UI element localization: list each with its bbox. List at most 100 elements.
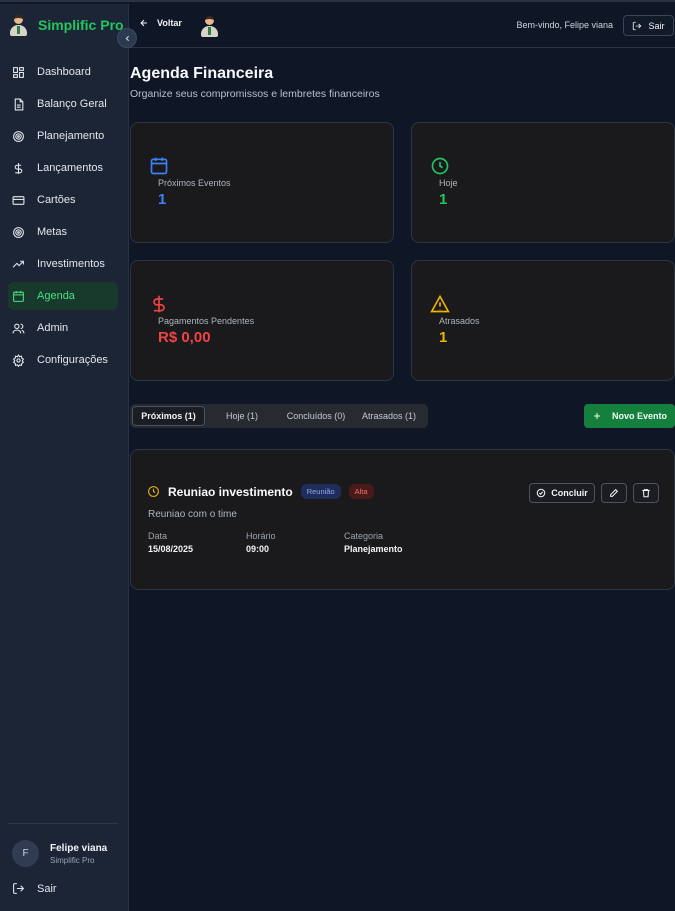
sidebar-item-label: Lançamentos: [37, 162, 104, 174]
sidebar-item-label: Metas: [37, 226, 67, 238]
logout-label: Sair: [648, 20, 665, 31]
sidebar-item-label: Agenda: [37, 290, 75, 302]
chevron-left-icon: [125, 35, 129, 41]
stat-label: Próximos Eventos: [158, 178, 231, 188]
calendar-icon: [13, 290, 24, 302]
logout-icon: [633, 21, 642, 30]
event-card: Reuniao investimento Reunião Alta Reunia…: [130, 449, 675, 590]
arrow-left-icon: [140, 19, 147, 27]
sidebar-item-lancamentos[interactable]: Lançamentos: [8, 154, 118, 182]
user-avatar-icon: [199, 15, 220, 37]
event-category-label: Categoria: [344, 531, 384, 541]
warning-icon: [430, 294, 450, 313]
sidebar-item-label: Investimentos: [37, 258, 105, 270]
stat-value: 1: [439, 191, 448, 208]
sidebar-item-investimentos[interactable]: Investimentos: [8, 250, 118, 278]
welcome-text: Bem-vindo, Felipe viana: [516, 20, 613, 30]
check-circle-icon: [536, 488, 546, 498]
dashboard-icon: [13, 66, 24, 78]
stat-card-proximos-eventos: Próximos Eventos 1: [130, 122, 394, 243]
user-name: Felipe viana: [50, 842, 108, 854]
complete-event-button[interactable]: Concluir: [529, 483, 595, 503]
user-profile[interactable]: F Felipe viana Simplific Pro: [12, 840, 107, 867]
event-category-value: Planejamento: [344, 544, 403, 554]
credit-card-icon: [12, 195, 25, 205]
sidebar-item-configuracoes[interactable]: Configurações: [8, 346, 118, 374]
sidebar-item-planejamento[interactable]: Planejamento: [8, 122, 118, 150]
event-date: Data 15/08/2025: [148, 531, 193, 554]
brand[interactable]: Simplific Pro: [8, 14, 124, 36]
new-event-label: Novo Evento: [611, 411, 667, 421]
event-tabs: Próximos (1) Hoje (1) Concluídos (0) Atr…: [130, 404, 428, 428]
event-date-value: 15/08/2025: [148, 544, 194, 554]
logout-icon: [13, 883, 25, 894]
brand-avatar-icon: [8, 14, 29, 36]
stat-card-hoje: Hoje 1: [411, 122, 675, 243]
complete-label: Concluir: [551, 488, 588, 498]
sidebar-item-label: Balanço Geral: [37, 98, 107, 110]
page-subtitle: Organize seus compromissos e lembretes f…: [130, 88, 380, 100]
document-icon: [14, 98, 24, 110]
stat-value: 1: [158, 191, 167, 208]
edit-event-button[interactable]: [601, 483, 627, 503]
clock-icon: [431, 157, 449, 175]
sidebar-item-label: Planejamento: [37, 130, 105, 142]
stat-card-pagamentos-pendentes: Pagamentos Pendentes R$ 0,00: [130, 260, 394, 381]
event-title: Reuniao investimento: [168, 484, 293, 499]
avatar: F: [12, 840, 39, 867]
tab-concluidos[interactable]: Concluídos (0): [278, 406, 354, 426]
event-header: Reuniao investimento Reunião Alta: [147, 484, 374, 499]
stat-card-atrasados: Atrasados 1: [411, 260, 675, 381]
clock-icon: [148, 486, 159, 497]
sidebar: Simplific Pro Dashboard Balanço Geral Pl…: [0, 4, 129, 911]
stat-value: 1: [439, 329, 448, 346]
event-priority-badge: Alta: [348, 484, 374, 499]
event-time-value: 09:00: [246, 544, 270, 554]
app-frame: Simplific Pro Dashboard Balanço Geral Pl…: [0, 0, 675, 911]
sidebar-logout-button[interactable]: Sair: [12, 882, 57, 895]
event-category: Categoria Planejamento: [344, 531, 403, 554]
sidebar-item-admin[interactable]: Admin: [8, 314, 118, 342]
target-icon: [13, 130, 24, 142]
sidebar-item-cartoes[interactable]: Cartões: [8, 186, 118, 214]
topbar: Voltar Bem-vindo, Felipe viana Sair: [129, 4, 675, 48]
stat-value: R$ 0,00: [158, 329, 211, 346]
target-icon: [13, 226, 24, 238]
sidebar-item-agenda[interactable]: Agenda: [8, 282, 118, 310]
tab-atrasados[interactable]: Atrasados (1): [356, 406, 422, 426]
sidebar-item-label: Dashboard: [37, 66, 91, 78]
tab-proximos[interactable]: Próximos (1): [132, 406, 205, 426]
brand-name: Simplific Pro: [38, 17, 124, 33]
sidebar-item-metas[interactable]: Metas: [8, 218, 118, 246]
stat-label: Hoje: [439, 178, 458, 188]
event-time-label: Horário: [246, 531, 276, 541]
plus-icon: [594, 413, 600, 419]
logout-button[interactable]: Sair: [623, 15, 674, 36]
users-icon: [12, 323, 25, 333]
event-time: Horário 09:00: [246, 531, 276, 554]
calendar-icon: [150, 157, 168, 175]
tab-hoje[interactable]: Hoje (1): [208, 406, 276, 426]
sidebar-item-label: Admin: [37, 322, 69, 334]
sidebar-collapse-button[interactable]: [117, 28, 137, 48]
event-date-label: Data: [148, 531, 168, 541]
user-plan: Simplific Pro: [50, 855, 95, 865]
stat-label: Pagamentos Pendentes: [158, 316, 255, 326]
sidebar-item-dashboard[interactable]: Dashboard: [8, 58, 118, 86]
sidebar-logout-label: Sair: [37, 882, 57, 895]
sidebar-item-label: Cartões: [37, 194, 76, 206]
dollar-icon: [14, 162, 23, 174]
gear-icon: [12, 353, 25, 367]
sidebar-item-label: Configurações: [37, 354, 108, 366]
sidebar-item-balanco-geral[interactable]: Balanço Geral: [8, 90, 118, 118]
back-label: Voltar: [157, 18, 182, 28]
delete-event-button[interactable]: [633, 483, 659, 503]
event-description: Reuniao com o time: [148, 509, 237, 520]
edit-icon: [610, 488, 619, 497]
page-title: Agenda Financeira: [130, 65, 274, 82]
trending-up-icon: [12, 260, 24, 268]
back-button[interactable]: Voltar: [139, 18, 182, 28]
dollar-icon: [153, 295, 165, 313]
new-event-button[interactable]: Novo Evento: [584, 404, 675, 428]
trash-icon: [642, 489, 650, 498]
